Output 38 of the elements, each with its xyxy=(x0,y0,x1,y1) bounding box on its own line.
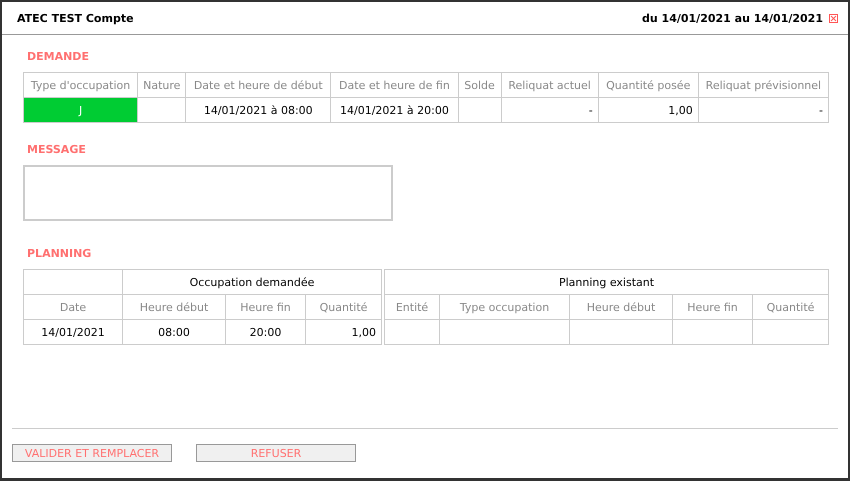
column-header: Nature xyxy=(138,72,186,98)
column-header: Date xyxy=(24,294,122,320)
column-header: Reliquat prévisionnel xyxy=(698,72,828,98)
message-field[interactable] xyxy=(23,165,393,221)
action-button[interactable]: VALIDER ET REMPLACER xyxy=(12,444,172,462)
column-header: Solde xyxy=(458,72,502,98)
column-header: Date et heure de fin xyxy=(330,72,458,98)
table-cell: 14/01/2021 à 20:00 xyxy=(330,98,458,122)
column-header: Type occupation xyxy=(440,294,570,320)
table-cell: 1,00 xyxy=(598,98,698,122)
column-header: Quantité xyxy=(752,294,829,320)
action-button[interactable]: REFUSER xyxy=(196,444,356,462)
table-cell: 20:00 xyxy=(226,320,306,344)
table-cell: 08:00 xyxy=(122,320,226,344)
column-header: Type d'occupation xyxy=(24,72,138,98)
column-header: Entité xyxy=(384,294,440,320)
table-cell: 14/01/2021 à 08:00 xyxy=(186,98,331,122)
date-range: du 14/01/2021 au 14/01/2021 xyxy=(642,12,823,24)
occupation-type-cell: J xyxy=(24,98,138,122)
section-heading: DEMANDE xyxy=(27,50,89,63)
table-cell: - xyxy=(501,98,598,122)
column-header: Reliquat actuel xyxy=(501,72,598,98)
table-cell: - xyxy=(698,98,828,122)
column-header: Heure fin xyxy=(226,294,306,320)
column-header: Heure fin xyxy=(672,294,753,320)
section-heading: MESSAGE xyxy=(27,143,86,156)
column-header: Quantité posée xyxy=(598,72,698,98)
group-header: Occupation demandée xyxy=(122,270,382,294)
close-icon[interactable] xyxy=(829,14,838,22)
window-title: ATEC TEST Compte xyxy=(17,12,134,24)
table-cell: 14/01/2021 xyxy=(24,320,122,344)
column-header: Heure début xyxy=(122,294,226,320)
column-header: Heure début xyxy=(570,294,673,320)
table-cell: 1,00 xyxy=(306,320,382,344)
column-header: Quantité xyxy=(306,294,382,320)
section-heading: PLANNING xyxy=(27,247,92,260)
column-header: Date et heure de début xyxy=(186,72,331,98)
group-header: Planning existant xyxy=(384,270,829,294)
